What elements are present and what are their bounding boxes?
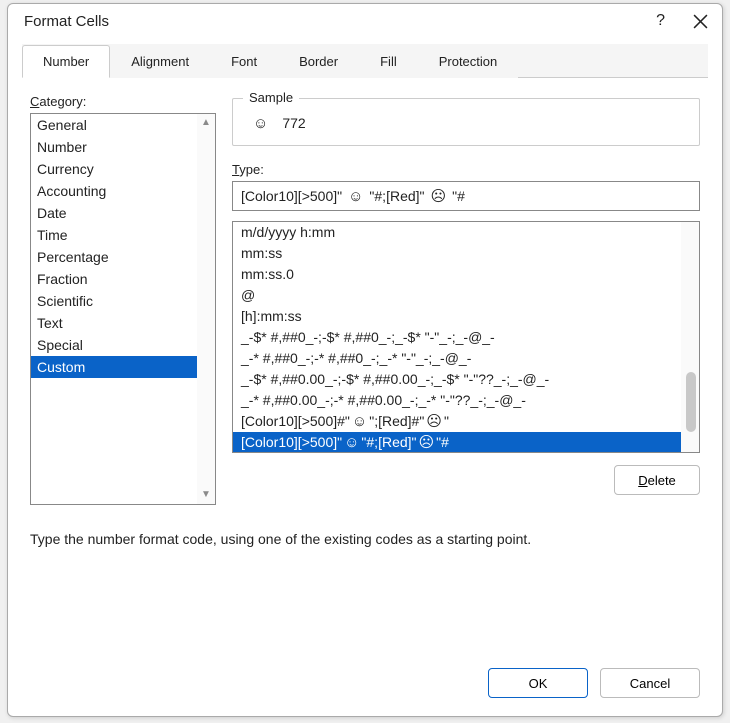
text-segment: _-* #,##0_-;-* #,##0_-;_-* "-"_-;_-@_-: [241, 349, 471, 368]
scroll-up-icon[interactable]: ▲: [201, 118, 211, 128]
dialog-title: Format Cells: [24, 13, 109, 30]
text-segment: _-$* #,##0.00_-;-$* #,##0.00_-;_-$* "-"?…: [241, 370, 549, 389]
format-list[interactable]: m/d/yyyy h:mm mm:ss mm:ss.0 @ [h]:mm:ss _-$* …: [232, 221, 700, 453]
smile-icon: ☺: [253, 116, 268, 131]
sample-group: Sample ☺ 772: [232, 98, 700, 146]
text-segment: [h]:mm:ss: [241, 307, 302, 326]
titlebar: Format Cells ?: [8, 4, 722, 38]
ok-button[interactable]: OK: [488, 668, 588, 698]
text-segment: "#;[Red]": [361, 433, 416, 452]
text-segment: _-$* #,##0_-;-$* #,##0_-;_-$* "-"_-;_-@_…: [241, 328, 495, 347]
format-item[interactable]: _-$* #,##0.00_-;-$* #,##0.00_-;_-$* "-"?…: [233, 369, 681, 390]
smile-icon: ☺: [344, 435, 359, 450]
format-item[interactable]: _-* #,##0.00_-;-* #,##0.00_-;_-* "-"??_-…: [233, 390, 681, 411]
text-segment: ": [444, 412, 449, 431]
category-item[interactable]: Accounting: [31, 180, 197, 202]
sad-icon: ☹: [431, 189, 447, 204]
text-segment: m/d/yyyy h:mm: [241, 223, 335, 242]
sample-label: Sample: [243, 90, 299, 105]
scrollbar-thumb[interactable]: [686, 372, 696, 432]
text-segment: "#;[Red]": [369, 188, 424, 204]
tab-font[interactable]: Font: [210, 45, 278, 78]
category-item[interactable]: Text: [31, 312, 197, 334]
format-item[interactable]: [h]:mm:ss: [233, 306, 681, 327]
sad-icon: ☹: [419, 435, 435, 450]
tab-border[interactable]: Border: [278, 45, 359, 78]
text-segment: [Color10][>500]": [241, 188, 342, 204]
text-segment: "#: [436, 433, 449, 452]
help-icon[interactable]: ?: [656, 12, 665, 30]
category-item[interactable]: Scientific: [31, 290, 197, 312]
scroll-down-icon[interactable]: ▼: [201, 490, 211, 500]
category-item[interactable]: Date: [31, 202, 197, 224]
dialog-footer: OK Cancel: [8, 654, 722, 716]
format-item[interactable]: @: [233, 285, 681, 306]
format-item[interactable]: m/d/yyyy h:mm: [233, 222, 681, 243]
category-item[interactable]: Special: [31, 334, 197, 356]
text-segment: _-* #,##0.00_-;-* #,##0.00_-;_-* "-"??_-…: [241, 391, 526, 410]
text-segment: mm:ss: [241, 244, 282, 263]
scrollbar[interactable]: ▲ ▼: [197, 114, 215, 504]
type-label: Type:: [232, 162, 700, 177]
category-item[interactable]: Time: [31, 224, 197, 246]
format-cells-dialog: Format Cells ? NumberAlignmentFontBorder…: [7, 3, 723, 717]
tabs: NumberAlignmentFontBorderFillProtection: [8, 38, 722, 78]
format-item[interactable]: [Color10][>500]#"☺";[Red]#"☹": [233, 411, 681, 432]
text-segment: "#: [452, 188, 465, 204]
text-segment: [Color10][>500]": [241, 433, 342, 452]
delete-button[interactable]: Delete: [614, 465, 700, 495]
text-segment: ";[Red]#": [369, 412, 424, 431]
category-item[interactable]: Custom: [31, 356, 197, 378]
scrollbar[interactable]: [681, 222, 699, 452]
category-listbox[interactable]: GeneralNumberCurrencyAccountingDateTimeP…: [30, 113, 216, 505]
text-segment: [Color10][>500]#": [241, 412, 350, 431]
format-item[interactable]: [Color10][>500]"☺ "#;[Red]"☹ "#: [233, 432, 681, 452]
smile-icon: ☺: [352, 414, 367, 429]
category-item[interactable]: General: [31, 114, 197, 136]
format-item[interactable]: _-* #,##0_-;-* #,##0_-;_-* "-"_-;_-@_-: [233, 348, 681, 369]
sample-value: 772: [282, 115, 305, 131]
tab-alignment[interactable]: Alignment: [110, 45, 210, 78]
format-item[interactable]: _-$* #,##0_-;-$* #,##0_-;_-$* "-"_-;_-@_…: [233, 327, 681, 348]
text-segment: mm:ss.0: [241, 265, 294, 284]
type-input[interactable]: [Color10][>500]" ☺ "#;[Red]" ☹ "#: [232, 181, 700, 211]
cancel-button[interactable]: Cancel: [600, 668, 700, 698]
text-segment: @: [241, 286, 255, 305]
tab-fill[interactable]: Fill: [359, 45, 418, 78]
category-label: Category:: [30, 94, 216, 109]
category-item[interactable]: Currency: [31, 158, 197, 180]
category-item[interactable]: Percentage: [31, 246, 197, 268]
sad-icon: ☹: [426, 414, 442, 429]
close-icon[interactable]: [693, 14, 708, 29]
category-item[interactable]: Fraction: [31, 268, 197, 290]
tab-number[interactable]: Number: [22, 45, 110, 78]
smile-icon: ☺: [348, 189, 363, 204]
format-item[interactable]: mm:ss.0: [233, 264, 681, 285]
tab-protection[interactable]: Protection: [418, 45, 519, 78]
format-item[interactable]: mm:ss: [233, 243, 681, 264]
help-text: Type the number format code, using one o…: [30, 531, 700, 547]
category-item[interactable]: Number: [31, 136, 197, 158]
